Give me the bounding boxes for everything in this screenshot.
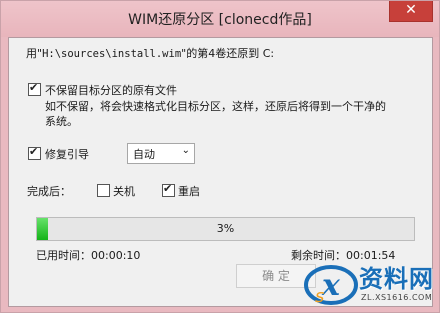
restart-checkbox[interactable] [162,182,175,197]
watermark-text: 资料网 [359,265,434,293]
close-button[interactable]: ✕ [389,1,433,22]
keep-files-label: 不保留目标分区的原有文件 [45,84,177,97]
boot-mode-value: 自动 [133,148,155,161]
boot-mode-select[interactable]: 自动 ⌄ [127,143,195,164]
svg-text:s: s [315,286,324,307]
watermark-url: ZL.XS1616.COM [361,293,433,302]
elapsed-time: 已用时间：00:00:10 [36,247,140,263]
restart-label: 重启 [178,185,200,198]
chevron-down-icon: ⌄ [181,145,190,156]
window-title: WIM还原分区 [clonecd作品] [128,12,312,28]
elapsed-label: 已用时间： [36,249,91,262]
watermark-logo-icon: x s [304,265,358,307]
keep-files-description-1: 如不保留，将会快速格式化目标分区，这样，还原后将得到一个干净的 [45,100,386,113]
keep-files-checkbox[interactable] [28,81,41,96]
progress-percent: 3% [216,222,235,235]
title-bar[interactable]: WIM还原分区 [clonecd作品] ✕ [1,1,439,37]
shutdown-label: 关机 [113,185,135,198]
keep-files-description-2: 系统。 [45,115,78,128]
restore-info-line: 用"H:\sources\install.wim"的第4卷还原到 C: [26,45,274,61]
repair-boot-label: 修复引导 [45,148,89,161]
progress-bar: 3% [36,217,415,241]
info-prefix: 用" [26,47,43,60]
repair-boot-checkbox[interactable] [28,145,41,160]
elapsed-value: 00:00:10 [91,249,141,262]
close-icon: ✕ [405,2,417,18]
site-watermark: x s 资料网 ZL.XS1616.COM [301,255,440,314]
dialog-window: WIM还原分区 [clonecd作品] ✕ 用"H:\sources\insta… [0,0,440,313]
after-completion-label: 完成后： [27,185,71,198]
info-suffix: "的第4卷还原到 C: [181,47,275,60]
shutdown-checkbox[interactable] [97,184,110,197]
wim-path: H:\sources\install.wim [42,48,182,60]
